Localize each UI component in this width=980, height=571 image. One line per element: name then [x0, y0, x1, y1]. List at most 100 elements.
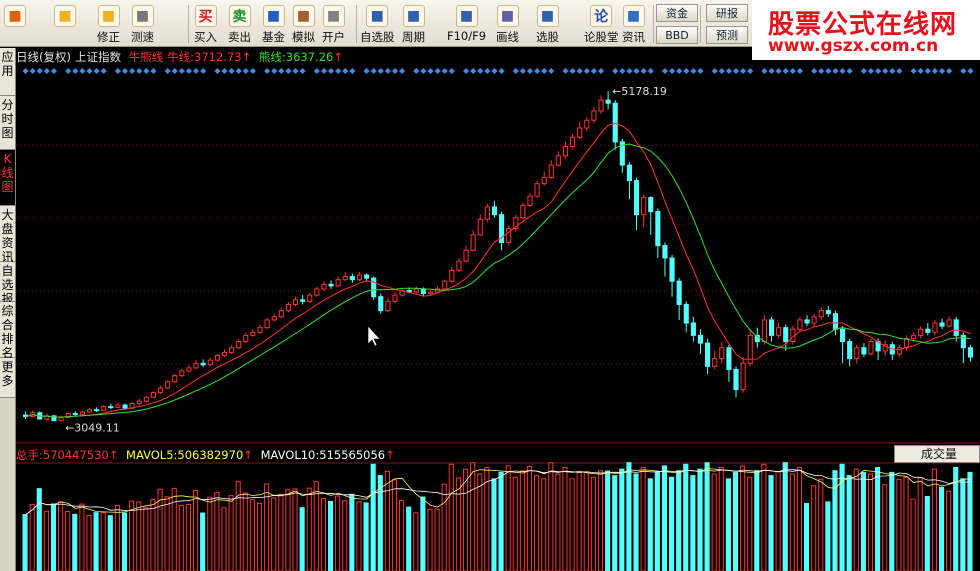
- volume-bar: [107, 515, 113, 571]
- sidebar-tab-6[interactable]: 更多: [0, 358, 15, 398]
- candle-body: [371, 277, 377, 298]
- toolbar-label: 测速: [131, 30, 154, 44]
- volume-bar: [803, 502, 810, 571]
- volume-bar: [29, 503, 35, 571]
- toolbar-button-12[interactable]: ■ 画线: [496, 2, 519, 46]
- low-label: ←3049.11: [65, 421, 120, 434]
- toolbar-button-1[interactable]: ■: [54, 2, 76, 46]
- toolbar-button-4[interactable]: 买买入: [194, 2, 217, 46]
- volume-bar: [647, 478, 653, 571]
- candle-body: [214, 355, 220, 361]
- research-button[interactable]: 研报: [706, 4, 748, 22]
- toolbar-button-11[interactable]: ■ F10/F9: [447, 2, 486, 46]
- volume-bar: [811, 485, 817, 571]
- volume-bar: [399, 499, 405, 571]
- volume-bar: [349, 493, 355, 571]
- volume-bar: [761, 463, 767, 571]
- volume-bar: [576, 471, 582, 571]
- volume-bar: [171, 487, 177, 571]
- volume-bar: [256, 502, 263, 571]
- mavol5-arrow-icon: ↑: [243, 448, 253, 462]
- sidebar-tab-1[interactable]: 分时图: [0, 96, 15, 150]
- bbd-button[interactable]: BBD: [656, 26, 698, 44]
- candle-body: [101, 406, 107, 411]
- star-folder-icon: ■: [366, 5, 389, 27]
- signal-diamond: [718, 68, 725, 74]
- signal-diamond: [122, 68, 129, 74]
- volume-bar: [555, 473, 561, 571]
- watermark-url: www.gszx.com.cn: [768, 36, 939, 56]
- forecast-button[interactable]: 预测: [706, 26, 748, 44]
- toolbar-button-15[interactable]: ■ 资讯: [622, 2, 645, 46]
- volume-bar: [320, 498, 326, 571]
- signal-diamond: [683, 68, 690, 74]
- sidebar-tab-0[interactable]: 应用: [0, 48, 15, 96]
- candle-body: [271, 316, 277, 321]
- volume-bar: [470, 462, 476, 571]
- toolbar-button-5[interactable]: 卖卖出: [228, 2, 251, 46]
- candle-body: [697, 334, 704, 344]
- signal-diamond: [221, 68, 228, 74]
- signal-diamond: [569, 68, 576, 74]
- volume-bar: [669, 476, 675, 571]
- volume-bar: [846, 475, 852, 571]
- toolbar-label: 买入: [194, 30, 217, 44]
- volume-bar: [924, 496, 930, 571]
- toolbar-button-2[interactable]: ■ 修正: [97, 2, 120, 46]
- toolbar-button-13[interactable]: ■ 选股: [536, 2, 559, 46]
- signal-diamond: [185, 68, 192, 74]
- volume-bar: [406, 506, 412, 571]
- candle-body: [804, 319, 810, 324]
- volume-bar: [534, 475, 540, 571]
- candle-body: [946, 319, 952, 327]
- candle-body: [385, 300, 391, 312]
- sidebar-tab-4[interactable]: 自选报: [0, 262, 15, 306]
- signal-diamond: [697, 68, 704, 74]
- left-vertical-tabs: 应用 分时图 K线图 大盘资讯 自选报 综合排名 更多: [0, 48, 16, 571]
- fund-button[interactable]: 资金: [656, 4, 698, 22]
- toolbar-label: 选股: [536, 30, 559, 44]
- signal-diamond: [100, 68, 107, 74]
- volume-bar: [491, 478, 497, 571]
- signal-diamond: [342, 68, 349, 74]
- toolbar-button-14[interactable]: 论论股堂: [584, 2, 619, 46]
- toolbar-button-9[interactable]: ■ 自选股: [360, 2, 395, 46]
- toolbar-button-8[interactable]: ■ 开户: [322, 2, 345, 46]
- kline-chart[interactable]: ←5178.19 ←3049.11: [16, 48, 980, 571]
- volume-bar: [100, 512, 106, 571]
- toolbar-button-10[interactable]: ■ 周期: [402, 2, 425, 46]
- toolbar-button-3[interactable]: ■ 测速: [131, 2, 154, 46]
- volume-bar: [136, 501, 142, 571]
- candle-body: [165, 381, 171, 389]
- candle-body: [157, 387, 164, 394]
- candle-body: [840, 328, 846, 343]
- signal-diamond: [733, 68, 739, 74]
- mavol5-value: 506382970: [177, 448, 244, 462]
- volume-bar: [541, 478, 547, 571]
- indicator-select[interactable]: 成交量: [894, 445, 980, 463]
- toolbar-separator: [653, 5, 654, 43]
- candle-body: [413, 288, 419, 293]
- sell-icon: 卖: [228, 5, 251, 27]
- toolbar-label: 开户: [322, 30, 345, 44]
- sidebar-tab-5[interactable]: 综合排名: [0, 302, 15, 360]
- candle-body: [477, 218, 483, 236]
- volume-bar: [370, 463, 376, 571]
- signal-diamond: [136, 68, 143, 74]
- toolbar-button-6[interactable]: ■ 基金: [262, 2, 285, 46]
- candle-body: [733, 368, 739, 391]
- volume-bar: [825, 501, 831, 571]
- sidebar-tab-3[interactable]: 大盘资讯: [0, 206, 15, 264]
- candle-body: [108, 406, 114, 409]
- signal-diamond: [896, 68, 903, 74]
- signal-diamond: [93, 68, 100, 74]
- toolbar-button-7[interactable]: ■ 模拟: [292, 2, 315, 46]
- signal-diamond: [434, 68, 441, 74]
- sidebar-tab-2[interactable]: K线图: [0, 150, 15, 206]
- signal-diamond: [285, 68, 292, 74]
- signal-diamond: [839, 68, 846, 74]
- volume-bar: [754, 470, 760, 571]
- toolbar-label: 资讯: [622, 30, 645, 44]
- toolbar-button-0[interactable]: ■: [4, 2, 26, 46]
- candle-body: [648, 197, 654, 213]
